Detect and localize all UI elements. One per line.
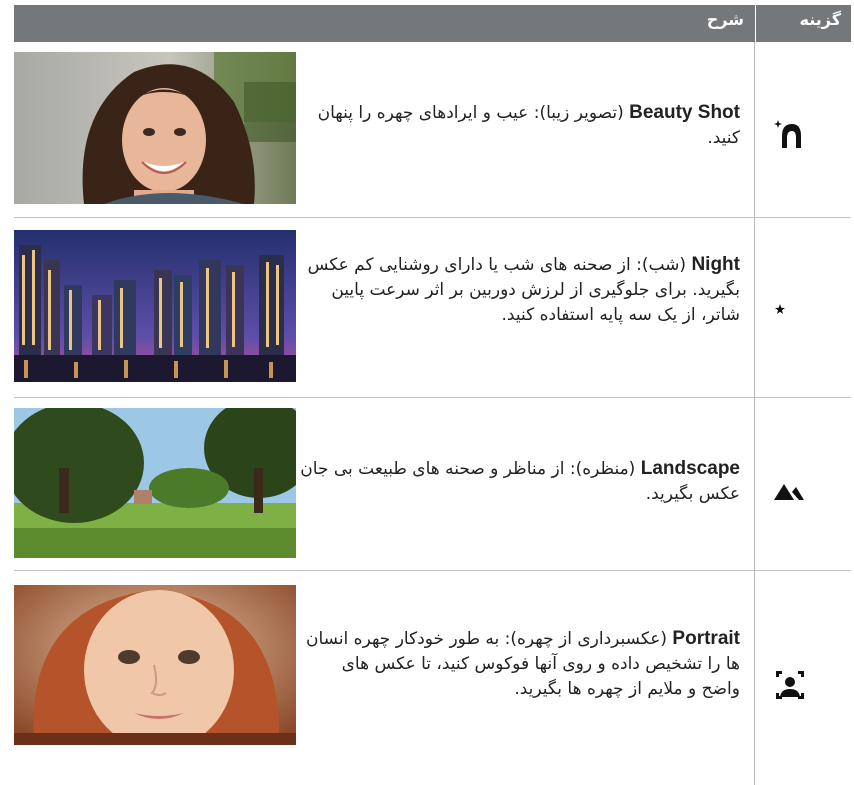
- landscape-photo: [14, 408, 296, 558]
- moon-star-icon: [770, 294, 810, 334]
- option-column-header: گزینه: [755, 5, 851, 42]
- portrait-description: Portrait (عکسبرداری از چهره): به طور خود…: [300, 626, 740, 702]
- landscape-description: Landscape (منظره): از مناظر و صحنه های ط…: [300, 456, 740, 507]
- beauty-face-icon: [770, 114, 810, 154]
- table-row: Landscape (منظره): از مناظر و صحنه های ط…: [0, 398, 851, 571]
- beauty-shot-term: Beauty Shot: [629, 102, 740, 123]
- table-header: شرح گزینه: [14, 5, 851, 42]
- night-term: Night: [691, 254, 740, 275]
- mountain-icon: [770, 470, 810, 510]
- beauty-shot-photo: [14, 52, 296, 204]
- scene-mode-table: شرح گزینه: [14, 5, 851, 42]
- table-row: Beauty Shot (تصویر زیبا): عیب و ایرادهای…: [0, 42, 851, 218]
- night-photo: [14, 230, 296, 382]
- description-column-header: شرح: [706, 10, 744, 29]
- table-row: Night (شب): از صحنه های شب یا دارای روشن…: [0, 218, 851, 398]
- beauty-shot-description: Beauty Shot (تصویر زیبا): عیب و ایرادهای…: [300, 100, 740, 151]
- table-row: Portrait (عکسبرداری از چهره): به طور خود…: [0, 571, 840, 781]
- landscape-term: Landscape: [640, 458, 740, 479]
- portrait-photo: [14, 585, 296, 745]
- night-description: Night (شب): از صحنه های شب یا دارای روشن…: [300, 252, 740, 328]
- night-text: (شب): از صحنه های شب یا دارای روشنایی کم…: [307, 255, 740, 325]
- portrait-frame-icon: [770, 665, 810, 705]
- portrait-term: Portrait: [672, 628, 740, 649]
